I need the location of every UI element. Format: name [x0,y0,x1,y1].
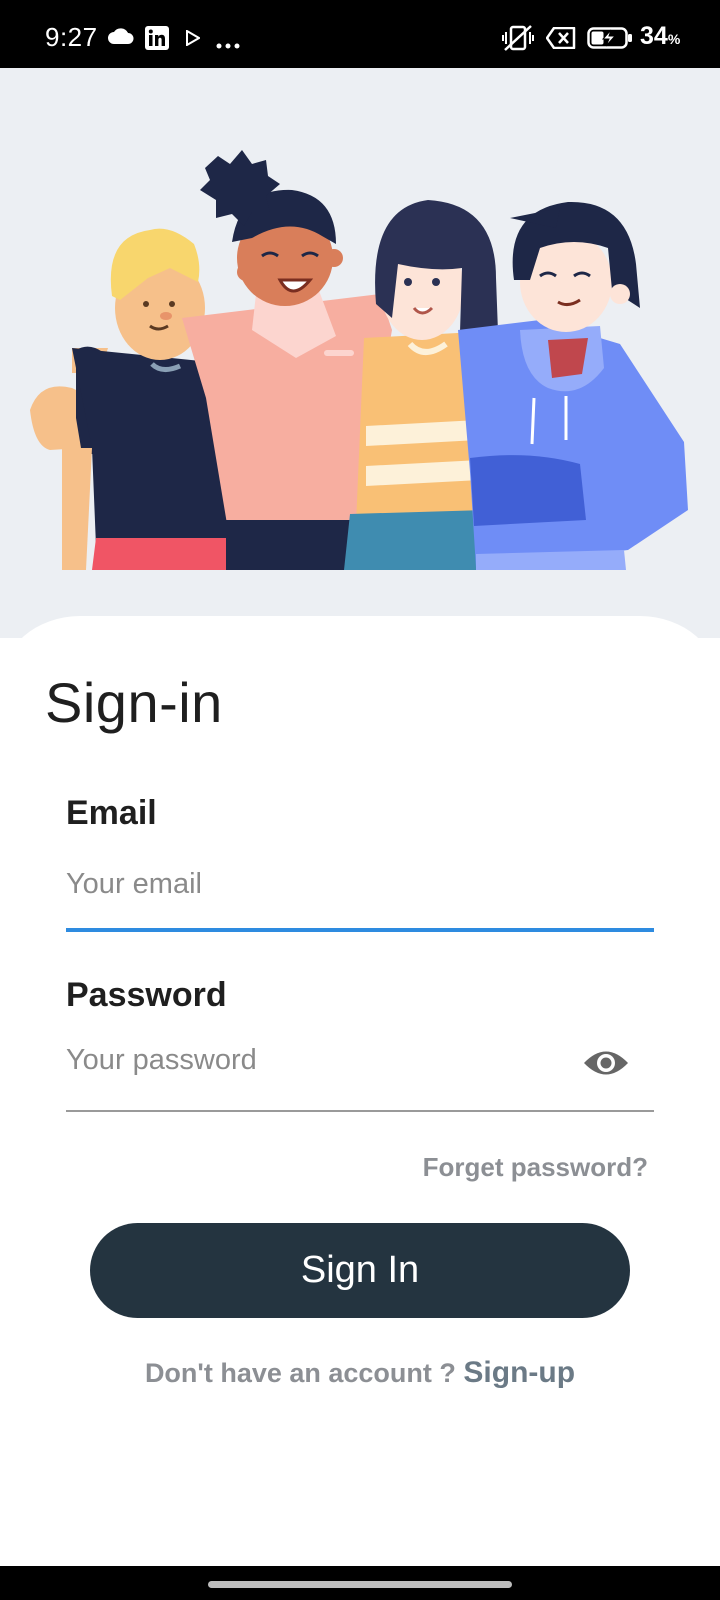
password-field-underline [66,1110,654,1112]
status-time: 9:27 [45,22,98,52]
eye-icon[interactable] [582,1046,630,1080]
no-sim-icon [545,26,576,54]
email-label: Email [66,794,157,832]
group-of-friends-illustration [30,150,688,570]
battery-charging-icon [587,27,633,54]
hero-illustration [0,68,720,638]
status-bar: 9:27 34% [0,0,720,68]
linkedin-icon [145,26,169,55]
password-label: Password [66,976,227,1014]
signup-prompt: Don't have an account ? [144,1358,456,1388]
more-dots-icon [216,36,240,54]
cloud-icon [108,28,134,49]
page-title: Sign-in [45,671,223,734]
email-field[interactable] [66,846,654,922]
sign-in-button[interactable]: Sign In [90,1223,630,1318]
password-field[interactable] [66,1022,566,1098]
home-gesture-handle[interactable] [208,1581,512,1588]
signup-row: Don't have an account ? Sign-up [0,1356,720,1390]
email-field-underline [66,928,654,932]
forgot-password-link[interactable]: Forget password? [423,1152,648,1183]
signup-link[interactable]: Sign-up [463,1356,575,1389]
battery-percentage: 34% [640,22,681,50]
play-icon [186,29,201,51]
vibrate-off-icon [502,24,534,57]
